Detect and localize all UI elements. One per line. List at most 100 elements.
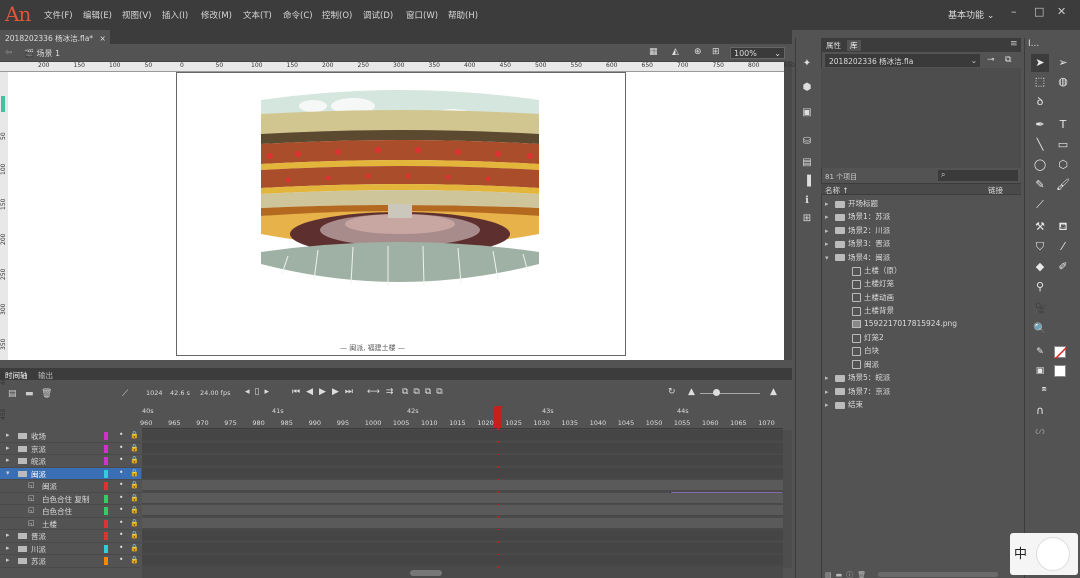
new-folder-icon[interactable]: ▬ xyxy=(25,389,34,399)
menu-item[interactable]: 控制(O) xyxy=(322,9,352,21)
lock-icon[interactable]: 🔒 xyxy=(130,506,139,514)
visibility-dot[interactable]: • xyxy=(119,518,123,527)
library-hscroll[interactable] xyxy=(878,572,998,577)
selection-tool-icon[interactable]: ➤ xyxy=(1031,54,1049,72)
frame-strip[interactable] xyxy=(142,480,783,491)
chevron-down-icon[interactable]: ▾ xyxy=(825,254,835,262)
chevron-right-icon[interactable]: ▸ xyxy=(825,374,835,382)
smooth-icon[interactable]: ᔕ xyxy=(1031,422,1049,440)
3d-rotation-icon[interactable]: ◍ xyxy=(1054,73,1072,91)
library-search-input[interactable] xyxy=(938,170,1018,181)
library-item[interactable]: ▸ 开场标题 xyxy=(825,198,878,211)
frame-step-controls[interactable]: ◂▯▸ xyxy=(245,387,274,397)
chevron-right-icon[interactable]: ▸ xyxy=(6,444,10,452)
snap-icon[interactable]: ∩ xyxy=(1031,402,1049,420)
chevron-down-icon[interactable]: ▾ xyxy=(6,469,10,477)
chevron-right-icon[interactable]: ▸ xyxy=(825,213,835,221)
ink-bottle-icon[interactable]: ⛉ xyxy=(1031,238,1049,256)
library-item[interactable]: 灯笼2 xyxy=(852,332,884,345)
visibility-dot[interactable]: • xyxy=(119,468,123,477)
layer-color-swatch[interactable] xyxy=(104,532,108,540)
layer-color-swatch[interactable] xyxy=(104,544,108,553)
visibility-dot[interactable]: • xyxy=(119,543,123,552)
layer-row[interactable]: ◱ 土楼 • 🔒 xyxy=(0,518,141,530)
rectangle-tool-icon[interactable]: ▭ xyxy=(1054,136,1072,154)
library-item[interactable]: ▸ 场景3：晋派 xyxy=(825,238,890,251)
loop-icon[interactable]: ↻ xyxy=(668,387,676,397)
chevron-right-icon[interactable]: ▸ xyxy=(6,531,10,539)
close-button[interactable]: ✕ xyxy=(1057,5,1066,18)
frame-strip[interactable] xyxy=(142,542,783,554)
frame-zoom-handle[interactable] xyxy=(713,389,720,396)
tab-library[interactable]: 库 xyxy=(847,40,861,51)
text-tool-icon[interactable]: T xyxy=(1054,116,1072,134)
name-column-header[interactable]: 名称 ↑ xyxy=(825,185,849,196)
tulou-illustration[interactable] xyxy=(258,84,542,290)
subselection-tool-icon[interactable]: ➢ xyxy=(1054,54,1072,72)
edit-symbols-icon[interactable]: ◭ xyxy=(672,47,679,57)
stroke-color-swatch[interactable] xyxy=(1054,346,1068,360)
chevron-right-icon[interactable]: ▸ xyxy=(825,388,835,396)
bone-tool-icon[interactable]: ⚒ xyxy=(1031,218,1049,236)
pin-tool-icon[interactable]: ⚲ xyxy=(1031,278,1049,296)
library-item[interactable]: ▸ 场景5：皖派 xyxy=(825,372,890,385)
scene-indicator[interactable]: 🎬 场景 1 xyxy=(24,48,60,59)
stroke-color-icon[interactable]: ✎ xyxy=(1031,343,1049,361)
pin-icon[interactable]: ⊸ xyxy=(987,55,995,65)
color-icon[interactable]: ✦ xyxy=(800,58,814,72)
layer-color-swatch[interactable] xyxy=(104,469,108,478)
layer-icon[interactable]: ◱ xyxy=(28,494,35,502)
info-icon[interactable]: ℹ xyxy=(800,195,814,209)
onion-skin-controls[interactable]: ⟷⇉ xyxy=(367,387,399,397)
visibility-dot[interactable]: • xyxy=(119,505,123,514)
layer-row[interactable]: ▸ 晋派 • 🔒 xyxy=(0,530,141,543)
menu-item[interactable]: 插入(I) xyxy=(162,9,188,21)
minimize-button[interactable]: – xyxy=(1011,5,1017,18)
frame-strip[interactable] xyxy=(142,467,783,479)
zoom-in-frames-icon[interactable]: ▲ xyxy=(770,387,777,397)
camera-icon[interactable]: 🎥 xyxy=(1031,300,1049,318)
layer-color-swatch[interactable] xyxy=(104,507,108,515)
back-arrow-icon[interactable]: ⇦ xyxy=(5,48,13,58)
library-item[interactable]: 白块 xyxy=(852,345,879,358)
library-item[interactable]: 土楼动画 xyxy=(852,292,894,305)
menu-item[interactable]: 文本(T) xyxy=(243,9,272,21)
chevron-right-icon[interactable]: ▸ xyxy=(825,401,835,409)
motion-presets-icon[interactable]: ▤ xyxy=(800,157,814,171)
library-item[interactable]: ▾ 场景4：闽派 xyxy=(825,252,890,265)
layer-icon[interactable]: ◱ xyxy=(28,519,35,527)
new-layer-icon[interactable]: ▤ xyxy=(8,389,17,399)
library-item[interactable]: 土楼灯笼 xyxy=(852,278,894,291)
frame-strip[interactable] xyxy=(142,505,783,516)
lock-icon[interactable]: 🔒 xyxy=(130,469,139,477)
close-tab-icon[interactable]: × xyxy=(99,34,105,43)
layer-color-swatch[interactable] xyxy=(104,519,108,528)
zoom-out-frames-icon[interactable]: ▲ xyxy=(688,387,695,397)
visibility-dot[interactable]: • xyxy=(119,443,123,452)
playback-controls[interactable]: ⏮◀▶▶⏭ xyxy=(292,387,359,397)
layer-row[interactable]: ▸ 皖派 • 🔒 xyxy=(0,455,141,468)
chevron-right-icon[interactable]: ▸ xyxy=(825,240,835,248)
library-document-select[interactable]: 2018202336 杨冰洁.fla ⌄ xyxy=(825,54,980,67)
library-item[interactable]: 闽派 xyxy=(852,359,879,372)
lock-icon[interactable]: 🔒 xyxy=(130,481,139,489)
paint-bucket-icon[interactable]: ⛾ xyxy=(1054,218,1072,236)
lock-icon[interactable]: 🔒 xyxy=(130,456,139,464)
visibility-dot[interactable]: • xyxy=(119,493,123,502)
chevron-right-icon[interactable]: ▸ xyxy=(6,456,10,464)
layer-row[interactable]: ◱ 闽派 • 🔒 xyxy=(0,480,141,493)
layer-icon[interactable]: ◱ xyxy=(28,481,35,489)
polystar-tool-icon[interactable]: ⬡ xyxy=(1054,156,1072,174)
graph-icon[interactable]: ⟋ xyxy=(122,389,128,399)
menu-item[interactable]: 编辑(E) xyxy=(83,9,112,21)
timeline-hscroll[interactable] xyxy=(410,570,442,576)
chevron-right-icon[interactable]: ▸ xyxy=(6,556,10,564)
library-item[interactable]: ▸ 场景2：川派 xyxy=(825,225,890,238)
chevron-right-icon[interactable]: ▸ xyxy=(825,200,835,208)
lock-icon[interactable]: 🔒 xyxy=(130,519,139,527)
rotate-icon[interactable]: ⊞ xyxy=(712,47,720,57)
scene-panel-icon[interactable]: ⊞ xyxy=(800,213,814,227)
oval-tool-icon[interactable]: ◯ xyxy=(1031,156,1049,174)
menu-item[interactable]: 窗口(W) xyxy=(406,9,438,21)
free-transform-icon[interactable]: ⬚ xyxy=(1031,73,1049,91)
